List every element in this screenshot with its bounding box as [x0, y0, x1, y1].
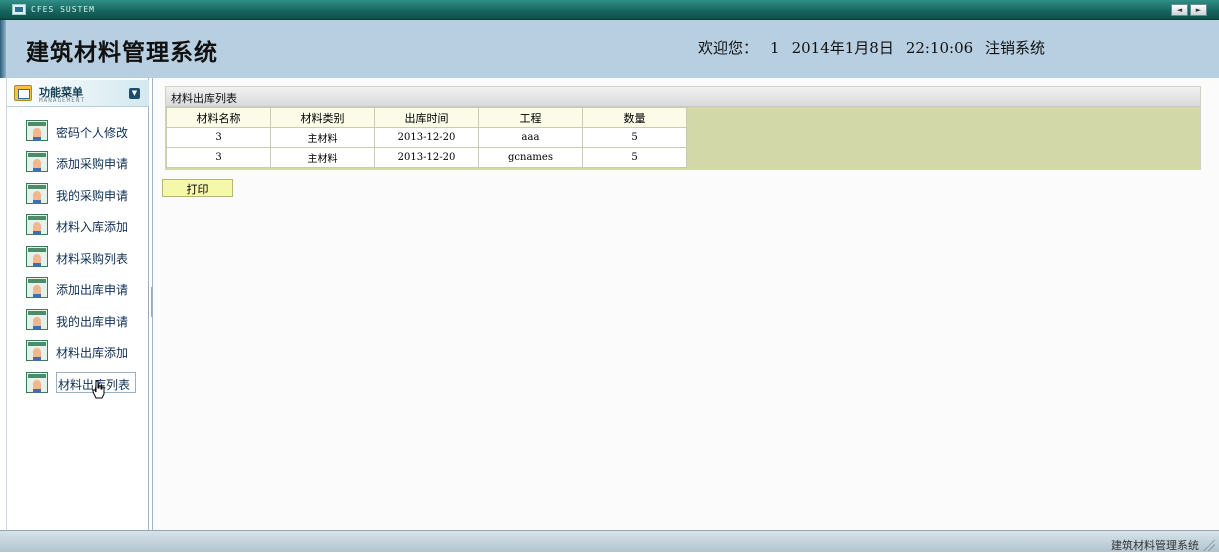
- current-time: 22:10:06: [905, 39, 974, 57]
- sidebar-item-label[interactable]: 我的出库申请: [56, 313, 128, 330]
- table-header-row: 材料名称 材料类别 出库时间 工程 数量: [166, 107, 687, 128]
- sidebar-item-label[interactable]: 添加采购申请: [56, 155, 128, 172]
- cell-material-type: 主材料: [270, 127, 375, 148]
- user-card-icon: [26, 246, 48, 267]
- data-grid: 材料名称 材料类别 出库时间 工程 数量 3 主材料 2013-12-20 aa…: [166, 107, 1200, 170]
- cell-material-type: 主材料: [270, 147, 375, 168]
- cell-project: aaa: [478, 127, 583, 148]
- current-date: 2014年1月8日: [791, 39, 894, 57]
- system-title-bar: CFES SUSTEM ◄ ►: [0, 0, 1219, 20]
- user-card-icon: [26, 183, 48, 204]
- next-arrow-icon[interactable]: ►: [1190, 4, 1207, 16]
- status-bar: 建筑材料管理系统: [0, 530, 1219, 552]
- user-card-icon: [26, 309, 48, 330]
- menu-subtitle: MANAGEMENT: [39, 97, 86, 104]
- user-card-icon: [26, 340, 48, 361]
- cell-outbound-date: 2013-12-20: [374, 127, 479, 148]
- app-header: 建筑材料管理系统 欢迎您： 1 2014年1月8日 22:10:06 注销系统: [0, 20, 1219, 78]
- status-text: 建筑材料管理系统: [1111, 539, 1199, 552]
- logout-link[interactable]: 注销系统: [985, 37, 1045, 58]
- cell-quantity: 5: [582, 127, 687, 148]
- user-id: 1: [770, 39, 780, 57]
- column-header: 出库时间: [374, 107, 479, 128]
- system-title: CFES SUSTEM: [31, 5, 95, 14]
- user-card-icon: [26, 120, 48, 141]
- cell-material-name: 3: [166, 147, 271, 168]
- print-button[interactable]: 打印: [162, 179, 233, 197]
- cell-material-name: 3: [166, 127, 271, 148]
- sidebar-item-label[interactable]: 材料出库添加: [56, 344, 128, 361]
- sidebar-item-label[interactable]: 密码个人修改: [56, 124, 128, 141]
- main-content: 材料出库列表 材料名称 材料类别 出库时间 工程 数量 3 主材料 2013-1…: [152, 78, 1219, 530]
- sidebar-item-password[interactable]: 密码个人修改: [26, 120, 141, 142]
- app-title: 建筑材料管理系统: [26, 39, 218, 66]
- outbound-list-panel: 材料出库列表 材料名称 材料类别 出库时间 工程 数量 3 主材料 2013-1…: [165, 86, 1201, 170]
- sidebar-item-label[interactable]: 材料采购列表: [56, 250, 128, 267]
- sidebar-item-outbound-add[interactable]: 材料出库添加: [26, 340, 141, 362]
- sidebar-item-purchase-list[interactable]: 材料采购列表: [26, 246, 141, 268]
- cell-quantity: 5: [582, 147, 687, 168]
- sidebar-item-stock-in[interactable]: 材料入库添加: [26, 214, 141, 236]
- panel-title: 材料出库列表: [166, 87, 1200, 107]
- welcome-info: 欢迎您： 1 2014年1月8日 22:10:06: [698, 37, 985, 58]
- table-row: 3 主材料 2013-12-20 aaa 5: [166, 127, 687, 148]
- cell-outbound-date: 2013-12-20: [374, 147, 479, 168]
- sidebar-item-label[interactable]: 添加出库申请: [56, 281, 128, 298]
- collapse-icon[interactable]: ▼: [129, 88, 140, 99]
- column-header: 数量: [582, 107, 687, 128]
- prev-arrow-icon[interactable]: ◄: [1171, 4, 1188, 16]
- monitor-icon: [12, 4, 26, 15]
- cell-project: gcnames: [478, 147, 583, 168]
- outbound-table: 材料名称 材料类别 出库时间 工程 数量 3 主材料 2013-12-20 aa…: [166, 107, 687, 168]
- user-card-icon: [26, 151, 48, 172]
- sidebar: 功能菜单 MANAGEMENT ▼ 密码个人修改 添加采购申请 我的采购申请 材…: [6, 78, 149, 530]
- user-card-icon: [26, 214, 48, 235]
- column-header: 材料类别: [270, 107, 375, 128]
- sidebar-item-label[interactable]: 材料入库添加: [56, 218, 128, 235]
- user-card-icon: [26, 277, 48, 298]
- menu-folder-icon: [14, 85, 32, 101]
- table-row: 3 主材料 2013-12-20 gcnames 5: [166, 147, 687, 168]
- window-nav: ◄ ►: [1171, 4, 1207, 16]
- menu-header: 功能菜单 MANAGEMENT ▼: [7, 80, 149, 107]
- hand-cursor-icon: [92, 380, 105, 399]
- sidebar-item-add-outbound[interactable]: 添加出库申请: [26, 277, 141, 299]
- user-card-icon: [26, 372, 48, 393]
- sidebar-item-label[interactable]: 我的采购申请: [56, 187, 128, 204]
- column-header: 材料名称: [166, 107, 271, 128]
- sidebar-item-my-purchase[interactable]: 我的采购申请: [26, 183, 141, 205]
- sidebar-item-my-outbound[interactable]: 我的出库申请: [26, 309, 141, 331]
- welcome-label: 欢迎您：: [698, 39, 759, 57]
- resize-grip-icon[interactable]: [1203, 539, 1215, 551]
- sidebar-item-outbound-list[interactable]: 材料出库列表: [26, 372, 141, 394]
- sidebar-item-add-purchase[interactable]: 添加采购申请: [26, 151, 141, 173]
- column-header: 工程: [478, 107, 583, 128]
